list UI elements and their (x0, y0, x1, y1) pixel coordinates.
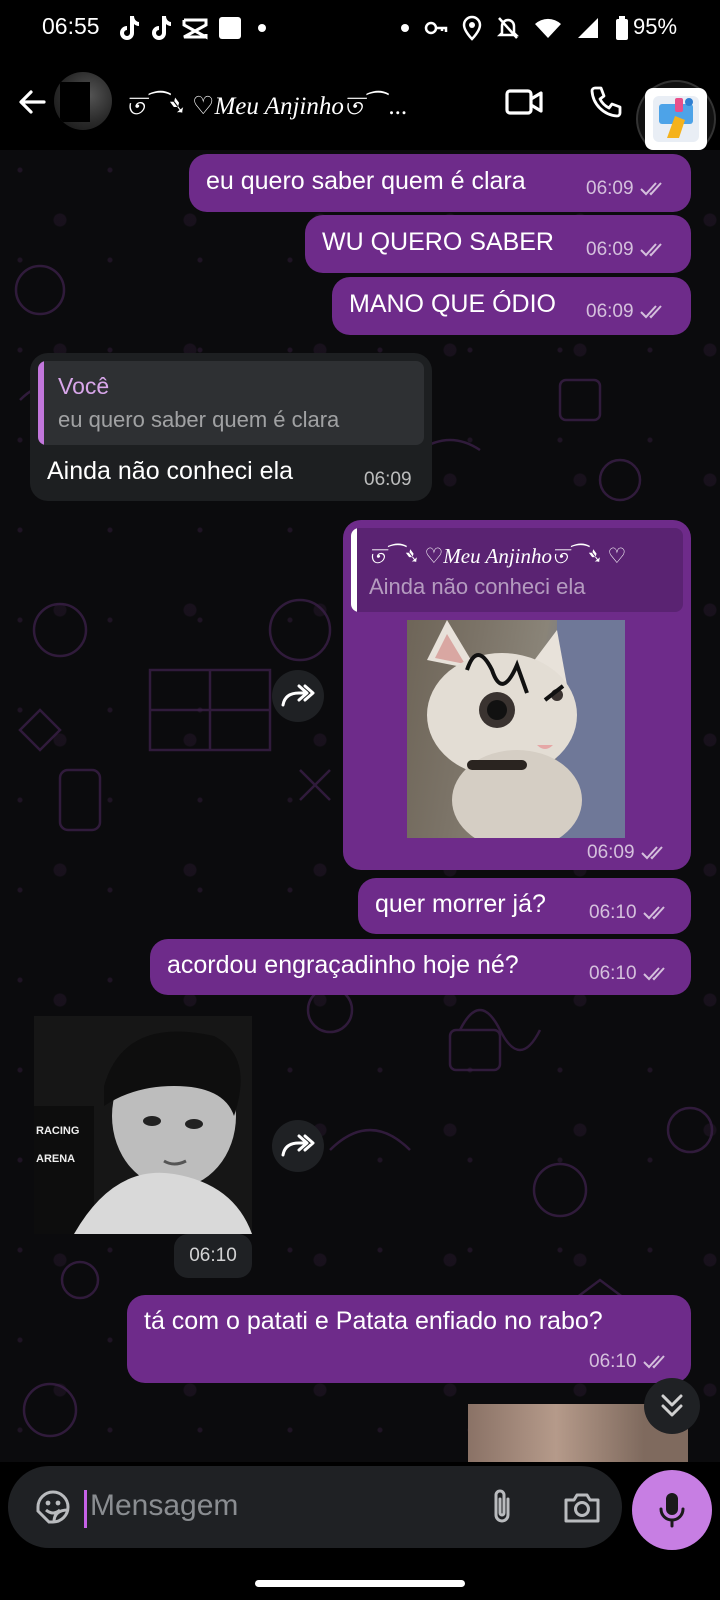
system-icons (400, 14, 630, 42)
voice-record-button[interactable] (632, 1470, 712, 1550)
signal-icon (578, 18, 598, 38)
read-ticks-icon (639, 305, 662, 319)
status-time: 06:55 (42, 13, 100, 39)
forward-button[interactable] (272, 1120, 324, 1172)
key-icon (424, 21, 448, 35)
attach-button[interactable] (482, 1486, 522, 1528)
message-text: MANO QUE ÓDIO (349, 290, 556, 318)
back-arrow-icon (19, 90, 46, 114)
quote-accent-bar (38, 361, 44, 445)
bell-muted-icon (496, 17, 520, 39)
quoted-message[interactable]: Você eu quero saber quem é clara (38, 361, 424, 445)
paperclip-icon (494, 1489, 510, 1523)
message-meta: 06:10 (589, 902, 669, 924)
quote-author: ত⁀➴ ♡Meu Anjinhoত⁀➴ ♡ (369, 544, 627, 568)
message-time: 06:09 (364, 469, 412, 490)
message-meta: 06:09 (586, 301, 666, 323)
capcut-icon (182, 18, 208, 40)
message-bubble-outgoing[interactable]: eu quero saber quem é clara 06:09 (189, 154, 691, 212)
forward-button[interactable] (272, 670, 324, 722)
scroll-to-bottom-button[interactable] (644, 1378, 700, 1434)
message-text: tá com o patati e Patata enfiado no rabo… (144, 1307, 603, 1335)
message-time: 06:09 (586, 178, 634, 199)
message-meta: 06:10 (589, 963, 669, 985)
message-bubble-outgoing[interactable]: quer morrer já? 06:10 (358, 878, 691, 934)
battery-percent: 95% (633, 14, 678, 39)
quoted-message[interactable]: ত⁀➴ ♡Meu Anjinhoত⁀➴ ♡ Ainda não conheci … (351, 528, 683, 612)
message-text: quer morrer já? (375, 890, 546, 918)
chat-screen: 06:55 95% ত⁀➴ ♡Meu Anjinhoত⁀ ... eu quer… (0, 0, 720, 1600)
floating-app-bubble[interactable] (636, 80, 716, 158)
read-ticks-icon (639, 182, 662, 196)
composer (0, 1462, 720, 1600)
read-ticks-icon (642, 1355, 665, 1369)
quote-accent-bar (351, 528, 357, 612)
message-time: 06:09 (586, 239, 634, 260)
message-text: Ainda não conheci ela (47, 457, 294, 485)
video-call-button[interactable] (502, 82, 546, 122)
tiktok-icon (152, 16, 171, 40)
tiktok-icon (120, 16, 139, 40)
message-text: acordou engraçadinho hoje né? (167, 951, 519, 979)
message-meta: 06:09 (586, 178, 666, 200)
sticker-button[interactable] (32, 1486, 74, 1528)
notification-icons (118, 14, 272, 42)
read-ticks-icon (640, 846, 663, 860)
contact-avatar[interactable] (54, 72, 112, 130)
message-bubble-incoming[interactable]: Você eu quero saber quem é clara Ainda n… (30, 353, 432, 501)
dot-icon (401, 24, 409, 32)
status-bar: 06:55 95% (0, 0, 720, 58)
dot-icon (258, 24, 266, 32)
message-bubble-outgoing[interactable]: acordou engraçadinho hoje né? 06:10 (150, 939, 691, 995)
back-button[interactable] (12, 82, 52, 122)
forward-icon (281, 684, 315, 707)
message-text: eu quero saber quem é clara (206, 167, 526, 195)
message-input[interactable] (90, 1484, 450, 1528)
message-time: 06:09 (586, 301, 634, 322)
voice-call-button[interactable] (584, 80, 628, 124)
chevron-double-down-icon (661, 1394, 683, 1417)
message-meta: 06:09 (587, 842, 667, 864)
message-bubble-outgoing[interactable]: WU QUERO SABER 06:09 (305, 215, 691, 273)
read-ticks-icon (639, 243, 662, 257)
contact-name[interactable]: ত⁀➴ ♡Meu Anjinhoত⁀ ... (126, 86, 466, 129)
location-icon (462, 15, 482, 41)
message-meta: 06:10 (589, 1351, 669, 1373)
floating-app-icon (645, 88, 707, 150)
video-call-icon (505, 89, 543, 115)
photo-arena-text: ARENA (36, 1153, 75, 1165)
message-time: 06:10 (589, 1351, 637, 1372)
message-bubble-outgoing[interactable]: MANO QUE ÓDIO 06:09 (332, 277, 691, 335)
text-cursor (84, 1490, 87, 1528)
message-meta: 06:09 (586, 239, 666, 261)
forward-icon (281, 1134, 315, 1157)
battery-icon (616, 16, 628, 40)
person-photo[interactable]: RACING ARENA (34, 1016, 252, 1234)
photo-racing-text: RACING (36, 1125, 79, 1137)
read-ticks-icon (642, 906, 665, 920)
read-ticks-icon (642, 967, 665, 981)
wifi-icon (535, 18, 561, 38)
microphone-icon (659, 1493, 685, 1528)
quote-text: Ainda não conheci ela (369, 574, 586, 599)
phone-icon (590, 86, 622, 118)
quote-text: eu quero saber quem é clara (58, 407, 340, 432)
chat-header: ত⁀➴ ♡Meu Anjinhoত⁀ ... (0, 58, 720, 158)
camera-button[interactable] (560, 1486, 604, 1528)
message-text: WU QUERO SABER (322, 228, 554, 256)
message-time: 06:10 (589, 963, 637, 984)
message-time: 06:09 (587, 842, 635, 863)
camera-icon (564, 1493, 600, 1523)
quote-author: Você (58, 373, 110, 399)
message-time: 06:10 (174, 1234, 252, 1278)
message-input-container[interactable] (8, 1466, 622, 1548)
square-notification-icon (219, 17, 241, 39)
message-bubble-outgoing[interactable]: tá com o patati e Patata enfiado no rabo… (127, 1295, 691, 1383)
cat-photo[interactable] (407, 620, 625, 838)
sticker-icon (36, 1490, 70, 1524)
message-time: 06:10 (589, 902, 637, 923)
home-indicator (255, 1580, 465, 1587)
